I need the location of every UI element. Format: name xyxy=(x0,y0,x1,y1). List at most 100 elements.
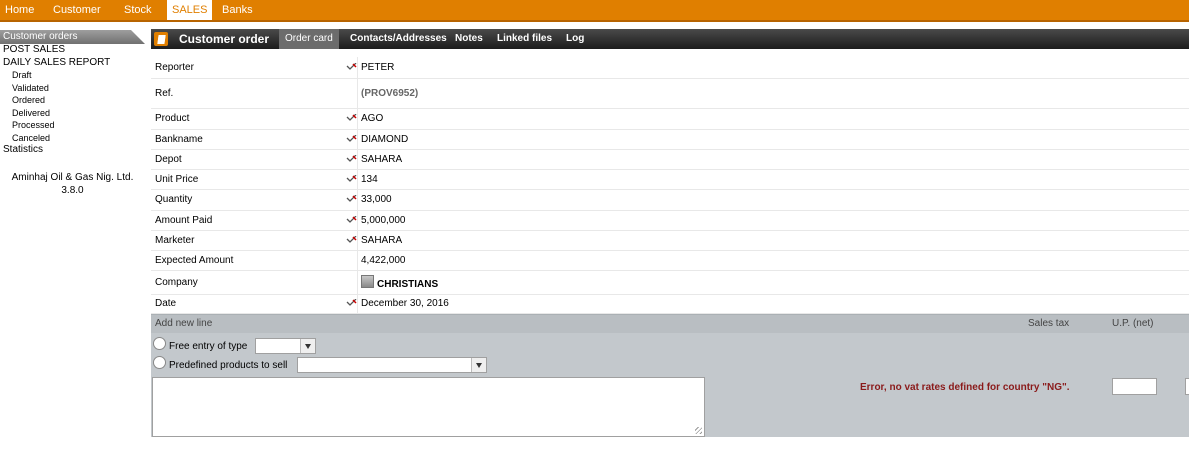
pencil-icon[interactable] xyxy=(346,215,357,224)
field-row-expected-amount: Expected Amount 4,422,000 xyxy=(151,250,1189,271)
pencil-icon[interactable] xyxy=(346,63,357,71)
add-new-line-label: Add new line xyxy=(155,318,213,329)
menu-delivered[interactable]: Delivered xyxy=(0,107,145,120)
tab-notes[interactable]: Notes xyxy=(449,29,489,49)
pencil-icon[interactable] xyxy=(346,114,357,122)
chevron-down-icon xyxy=(471,358,486,372)
up-net-header: U.P. (net) xyxy=(1112,318,1154,329)
field-row-product: Product AGO xyxy=(151,108,1189,130)
field-value: December 30, 2016 xyxy=(357,294,1189,314)
field-label: Quantity xyxy=(151,189,345,211)
edit-reporter[interactable] xyxy=(345,57,358,79)
field-row-quantity: Quantity 33,000 xyxy=(151,189,1189,211)
sales-tax-header: Sales tax xyxy=(1028,318,1070,329)
add-line-panel: Add new line Sales tax U.P. (net) Free e… xyxy=(151,314,1189,437)
company-version: Aminhaj Oil & Gas Nig. Ltd. 3.8.0 xyxy=(11,171,134,196)
menu-statistics[interactable]: Statistics xyxy=(0,144,145,157)
menu-canceled[interactable]: Canceled xyxy=(0,132,145,145)
field-row-reporter: Reporter PETER xyxy=(151,57,1189,79)
unit-price-net-input[interactable] xyxy=(1112,378,1157,395)
field-label: Expected Amount xyxy=(151,250,345,271)
tab-order-card[interactable]: Order card xyxy=(279,29,339,49)
pencil-icon[interactable] xyxy=(346,195,357,203)
card-header: Customer order Order card Contacts/Addre… xyxy=(151,29,1189,49)
order-icon xyxy=(154,32,168,46)
tab-contacts-addresses[interactable]: Contacts/Addresses xyxy=(344,29,453,49)
nav-tab-home[interactable]: Home xyxy=(0,0,39,20)
company-icon xyxy=(361,274,374,288)
field-value: SAHARA xyxy=(357,149,1189,170)
predefined-product-select[interactable] xyxy=(297,357,487,373)
field-label: Reporter xyxy=(151,57,345,79)
pencil-icon[interactable] xyxy=(346,235,357,244)
card-title: Customer order xyxy=(179,32,270,46)
menu-processed[interactable]: Processed xyxy=(0,119,145,132)
field-row-bankname: Bankname DIAMOND xyxy=(151,129,1189,150)
nav-tab-sales[interactable]: SALES xyxy=(167,0,213,20)
field-label: Company xyxy=(151,270,345,295)
free-entry-type-select[interactable] xyxy=(255,338,316,354)
field-value: SAHARA xyxy=(357,230,1189,251)
free-entry-radio[interactable] xyxy=(153,337,166,350)
field-label: Unit Price xyxy=(151,169,345,190)
menu-validated[interactable]: Validated xyxy=(0,82,145,95)
field-row-depot: Depot SAHARA xyxy=(151,149,1189,170)
nav-tab-stock[interactable]: Stock xyxy=(119,0,157,20)
field-label: Marketer xyxy=(151,230,345,251)
pencil-icon[interactable] xyxy=(346,174,357,183)
edit-unit-price[interactable] xyxy=(345,169,358,190)
field-label: Bankname xyxy=(151,129,345,150)
edit-amount-paid[interactable] xyxy=(345,210,358,231)
field-value: 134 xyxy=(357,169,1189,190)
field-row-ref: Ref. (PROV6952) xyxy=(151,78,1189,109)
field-row-marketer: Marketer SAHARA xyxy=(151,230,1189,251)
edit-bankname[interactable] xyxy=(345,129,358,150)
menu-draft[interactable]: Draft xyxy=(0,69,145,82)
field-row-amount-paid: Amount Paid 5,000,000 xyxy=(151,210,1189,231)
predefined-label: Predefined products to sell xyxy=(169,360,288,371)
nav-tab-customer[interactable]: Customer xyxy=(48,0,106,20)
resize-grip-icon[interactable] xyxy=(695,427,702,434)
line-description-textarea[interactable] xyxy=(152,377,705,437)
edit-marketer[interactable] xyxy=(345,230,358,251)
field-value-ref: (PROV6952) xyxy=(357,78,1189,109)
field-label: Depot xyxy=(151,149,345,170)
menu-customer-orders[interactable]: Customer orders xyxy=(0,30,145,44)
pencil-icon[interactable] xyxy=(346,134,357,143)
field-value: PETER xyxy=(357,57,1189,79)
pencil-icon[interactable] xyxy=(346,154,357,163)
field-label: Product xyxy=(151,108,345,130)
field-row-date: Date December 30, 2016 xyxy=(151,294,1189,314)
tab-log[interactable]: Log xyxy=(560,29,590,49)
field-value: 5,000,000 xyxy=(357,210,1189,231)
quantity-input[interactable] xyxy=(1185,378,1189,395)
menu-daily-sales-report[interactable]: DAILY SALES REPORT xyxy=(0,57,145,70)
chevron-down-icon xyxy=(300,339,315,353)
nav-tab-banks[interactable]: Banks xyxy=(217,0,258,20)
edit-date[interactable] xyxy=(345,294,358,314)
company-link[interactable]: CHRISTIANS xyxy=(377,279,438,290)
field-label: Amount Paid xyxy=(151,210,345,231)
field-value: AGO xyxy=(357,108,1189,130)
field-value: DIAMOND xyxy=(357,129,1189,150)
field-value: 33,000 xyxy=(357,189,1189,211)
predefined-radio[interactable] xyxy=(153,356,166,369)
left-menu: Customer orders POST SALES DAILY SALES R… xyxy=(0,30,145,197)
edit-quantity[interactable] xyxy=(345,189,358,211)
edit-product[interactable] xyxy=(345,108,358,130)
edit-depot[interactable] xyxy=(345,149,358,170)
field-value-company[interactable]: CHRISTIANS xyxy=(357,270,1189,295)
field-label: Date xyxy=(151,294,345,314)
order-fields-table: Reporter PETER Ref. (PROV6952) Product A… xyxy=(151,57,1189,314)
field-label: Ref. xyxy=(151,78,345,109)
field-value: 4,422,000 xyxy=(357,250,1189,271)
menu-post-sales[interactable]: POST SALES xyxy=(0,44,145,57)
top-nav-bar: Home Customer Stock SALES Banks xyxy=(0,0,1189,22)
menu-ordered[interactable]: Ordered xyxy=(0,94,145,107)
vat-error-message: Error, no vat rates defined for country … xyxy=(860,382,1070,393)
field-row-company: Company CHRISTIANS xyxy=(151,270,1189,295)
free-entry-label: Free entry of type xyxy=(169,341,248,352)
add-line-header: Add new line Sales tax U.P. (net) xyxy=(151,315,1189,333)
tab-linked-files[interactable]: Linked files xyxy=(491,29,558,49)
pencil-icon[interactable] xyxy=(346,299,357,307)
